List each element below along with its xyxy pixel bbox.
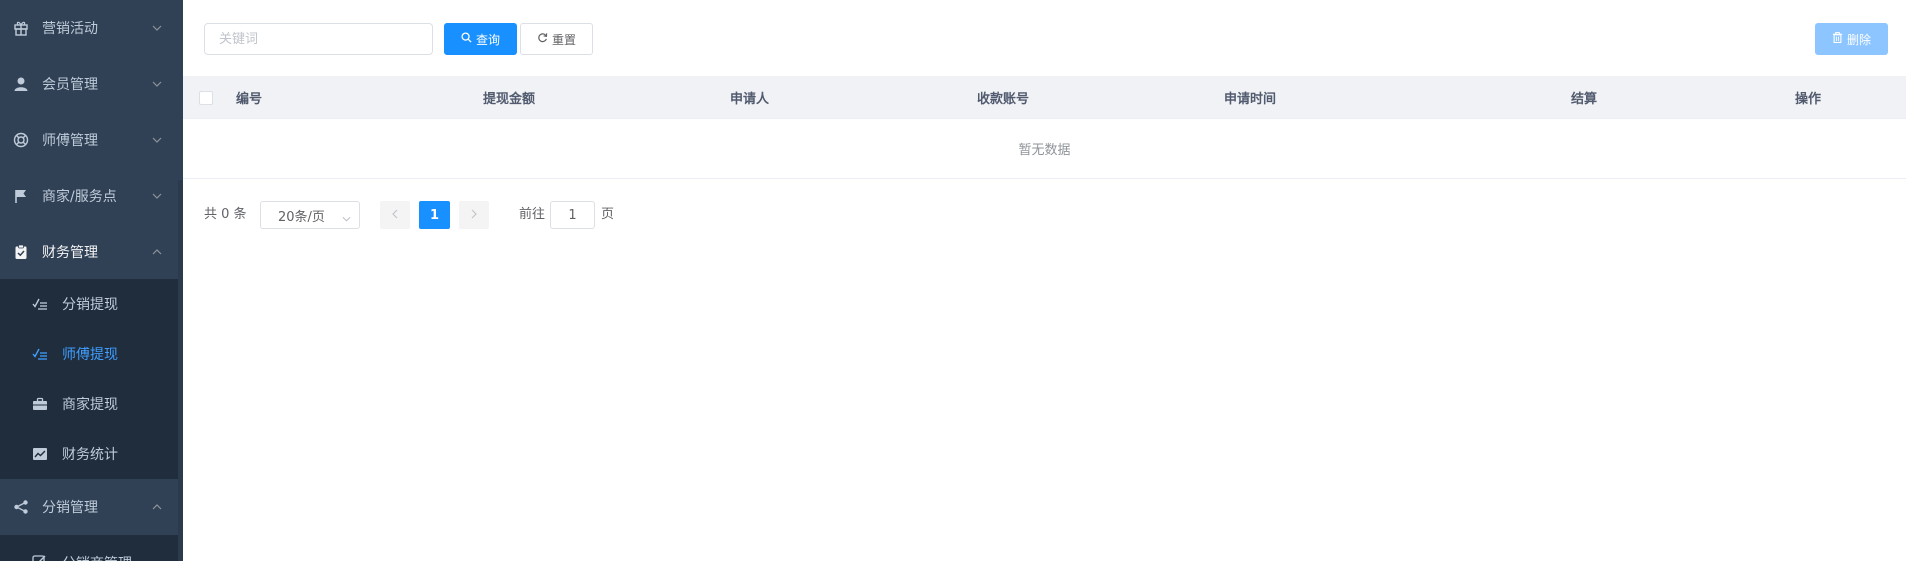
column-header-apply-time[interactable]: 申请时间: [1224, 76, 1276, 119]
submenu-item-finance-stats[interactable]: 财务统计: [0, 429, 183, 479]
refresh-icon: [537, 32, 548, 46]
checklist-icon: [32, 296, 48, 312]
next-page-button[interactable]: [459, 201, 489, 229]
submenu-label: 分销商管理: [62, 553, 132, 561]
menu-merchants[interactable]: 商家/服务点: [0, 168, 183, 224]
chevron-down-icon: [152, 191, 162, 201]
main-content: 查询 重置 删除 编号 提现金额 申请人 收款账号 申请时间 结算 操作 暂无数…: [183, 0, 1906, 561]
trend-chart-icon: [32, 446, 48, 462]
pagination-total: 共 0 条: [204, 207, 247, 222]
select-all-checkbox[interactable]: [199, 91, 213, 105]
page-number-button[interactable]: 1: [419, 201, 450, 229]
chevron-right-icon: [471, 208, 477, 223]
chevron-left-icon: [392, 208, 398, 223]
chevron-down-icon: [152, 23, 162, 33]
column-header-account[interactable]: 收款账号: [977, 76, 1029, 119]
clipboard-check-icon: [12, 243, 30, 261]
checklist-icon: [32, 346, 48, 362]
search-button-label: 查询: [475, 32, 500, 47]
menu-label: 分销管理: [42, 500, 98, 516]
flag-icon: [12, 187, 30, 205]
menu-label: 财务管理: [42, 245, 98, 261]
submenu-item-merchant-withdraw[interactable]: 商家提现: [0, 379, 183, 429]
submenu-label: 商家提现: [62, 397, 118, 413]
table-empty-text: 暂无数据: [183, 119, 1906, 179]
menu-distribution[interactable]: 分销管理: [0, 479, 183, 535]
submenu-label: 师傅提现: [62, 347, 118, 363]
chevron-down-icon: [342, 211, 351, 226]
column-header-settlement[interactable]: 结算: [1571, 76, 1597, 119]
menu-members[interactable]: 会员管理: [0, 56, 183, 112]
menu-masters[interactable]: 师傅管理: [0, 112, 183, 168]
goto-label: 前往: [519, 207, 546, 222]
delete-button-label: 删除: [1846, 32, 1871, 47]
menu-label: 会员管理: [42, 77, 98, 93]
menu-finance[interactable]: 财务管理: [0, 224, 183, 280]
submenu-item-distributor-manage[interactable]: 分销商管理: [0, 535, 183, 561]
chevron-down-icon: [152, 135, 162, 145]
briefcase-icon: [32, 396, 48, 412]
table-header: 编号 提现金额 申请人 收款账号 申请时间 结算 操作: [183, 76, 1906, 119]
column-header-applicant[interactable]: 申请人: [730, 76, 769, 119]
trash-icon: [1832, 32, 1843, 46]
gift-icon: [12, 19, 30, 37]
column-header-amount[interactable]: 提现金额: [483, 76, 535, 119]
edit-icon: [32, 553, 48, 561]
search-icon: [461, 32, 472, 46]
submenu-label: 财务统计: [62, 447, 118, 463]
prev-page-button[interactable]: [380, 201, 410, 229]
menu-label: 商家/服务点: [42, 189, 117, 205]
chevron-up-icon: [152, 502, 162, 512]
column-header-id[interactable]: 编号: [236, 76, 262, 119]
search-button[interactable]: 查询: [444, 23, 517, 55]
user-icon: [12, 75, 30, 93]
chevron-up-icon: [152, 247, 162, 257]
keyword-search-input[interactable]: [204, 23, 433, 55]
page-suffix-label: 页: [601, 207, 615, 222]
menu-label: 师傅管理: [42, 133, 98, 149]
column-header-actions[interactable]: 操作: [1795, 76, 1821, 119]
menu-marketing[interactable]: 营销活动: [0, 0, 183, 56]
reset-button[interactable]: 重置: [520, 23, 593, 55]
menu-label: 营销活动: [42, 21, 98, 37]
chevron-down-icon: [152, 79, 162, 89]
submenu-label: 分销提现: [62, 297, 118, 313]
page-size-select[interactable]: 20条/页: [260, 201, 360, 229]
goto-page-input[interactable]: [550, 201, 595, 229]
delete-button[interactable]: 删除: [1815, 23, 1888, 55]
page-size-value: 20条/页: [278, 209, 325, 225]
reset-button-label: 重置: [551, 32, 576, 47]
sidebar: 营销活动 会员管理 师傅管理 商家/服务点 财务管理 分销提现 师傅提现 商家提…: [0, 0, 183, 561]
submenu-item-master-withdraw[interactable]: 师傅提现: [0, 329, 183, 379]
submenu-item-distribution-withdraw[interactable]: 分销提现: [0, 279, 183, 329]
lifebuoy-icon: [12, 131, 30, 149]
share-icon: [12, 498, 30, 516]
